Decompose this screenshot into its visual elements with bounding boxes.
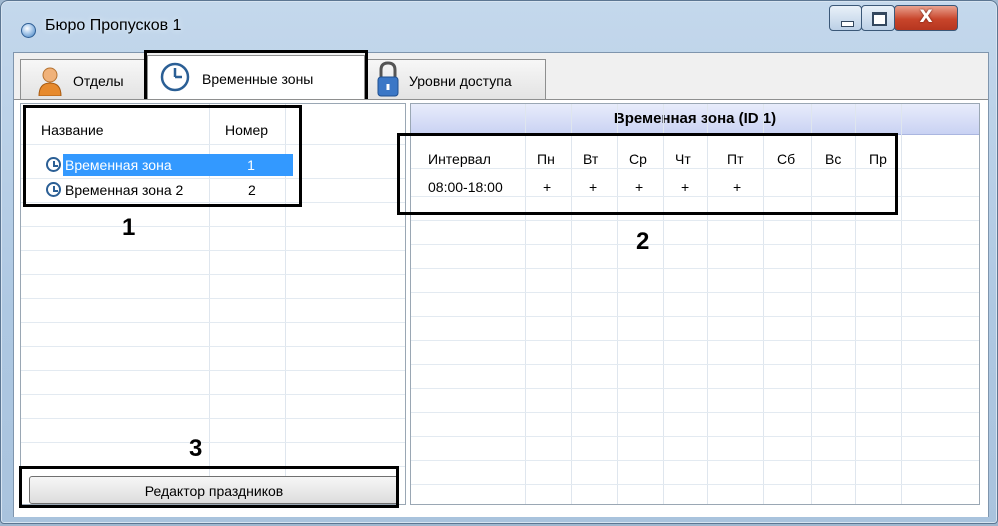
interval-cell[interactable]: 08:00-18:00 [428,179,503,195]
person-icon [38,67,62,96]
tab-departments-label: Отделы [73,73,124,89]
close-button[interactable]: X [894,5,958,31]
padlock-icon [377,61,399,97]
tab-time-zones[interactable]: Временные зоны [147,55,365,99]
tab-access-levels[interactable]: Уровни доступа [364,59,546,99]
column-header-number[interactable]: Номер [225,122,268,138]
column-header-sun[interactable]: Вс [825,151,841,167]
title-bar[interactable]: Бюро Пропусков 1 X [1,1,997,43]
list-item-selected[interactable]: Временная зона 1 [45,154,293,176]
mon-cell[interactable]: + [543,179,551,195]
thu-cell[interactable]: + [681,179,689,195]
window-title: Бюро Пропусков 1 [45,17,182,34]
list-item-number: 1 [209,154,293,176]
callout-number-3: 3 [189,435,203,462]
maximize-button[interactable] [861,5,895,31]
column-header-interval[interactable]: Интервал [428,151,491,167]
time-zone-detail: Временная зона (ID 1) Интервал Пн Вт Ср … [410,103,980,505]
list-item-name: Временная зона [63,154,209,176]
tue-cell[interactable]: + [589,179,597,195]
clock-icon [160,62,190,92]
wed-cell[interactable]: + [635,179,643,195]
tab-content: Название Номер Временная зона 1 Временна… [14,99,988,517]
app-icon [21,23,36,38]
time-zones-list[interactable]: Название Номер Временная зона 1 Временна… [20,103,406,505]
column-header-wed[interactable]: Ср [629,151,647,167]
tab-access-levels-label: Уровни доступа [409,73,512,89]
column-header-sat[interactable]: Сб [777,151,795,167]
clock-icon [46,157,61,172]
list-item[interactable]: Временная зона 2 2 [45,179,293,201]
callout-number-2: 2 [636,228,650,255]
list-item-number: 2 [248,182,256,198]
column-header-name[interactable]: Название [41,122,104,138]
client-area: Отделы Временные зоны Уровни доступа Наз… [13,50,989,517]
minimize-button[interactable] [829,5,862,31]
column-header-thu[interactable]: Чт [675,151,691,167]
column-header-holiday[interactable]: Пр [869,151,887,167]
holiday-editor-button[interactable]: Редактор праздников [29,476,399,504]
fri-cell[interactable]: + [733,179,741,195]
column-header-fri[interactable]: Пт [727,151,743,167]
clock-icon [46,182,61,197]
tab-time-zones-label: Временные зоны [202,71,314,87]
app-window: Бюро Пропусков 1 X Отделы Временные зоны [0,0,998,524]
callout-number-1: 1 [122,214,136,241]
column-header-tue[interactable]: Вт [583,151,598,167]
list-item-name: Временная зона 2 [65,182,184,198]
detail-title: Временная зона (ID 1) [411,104,979,135]
tab-departments[interactable]: Отделы [20,59,148,99]
close-icon: X [919,7,933,27]
column-header-mon[interactable]: Пн [537,151,555,167]
